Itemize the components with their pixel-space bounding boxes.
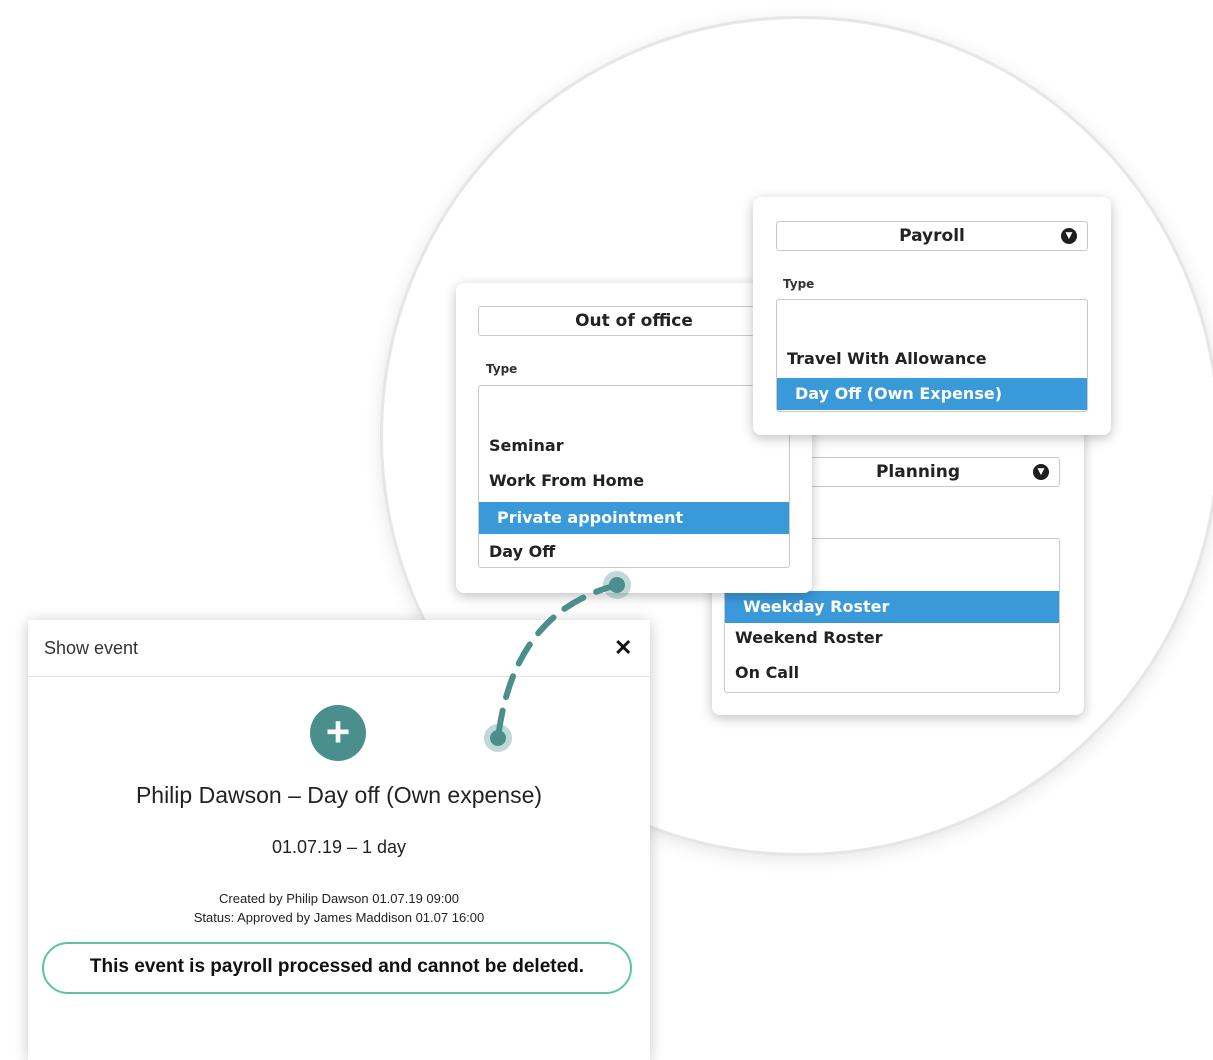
connector-end-dot xyxy=(490,730,506,746)
connector-line xyxy=(484,571,631,752)
connector-start-dot xyxy=(609,577,625,593)
connector-dash-path xyxy=(495,582,620,741)
